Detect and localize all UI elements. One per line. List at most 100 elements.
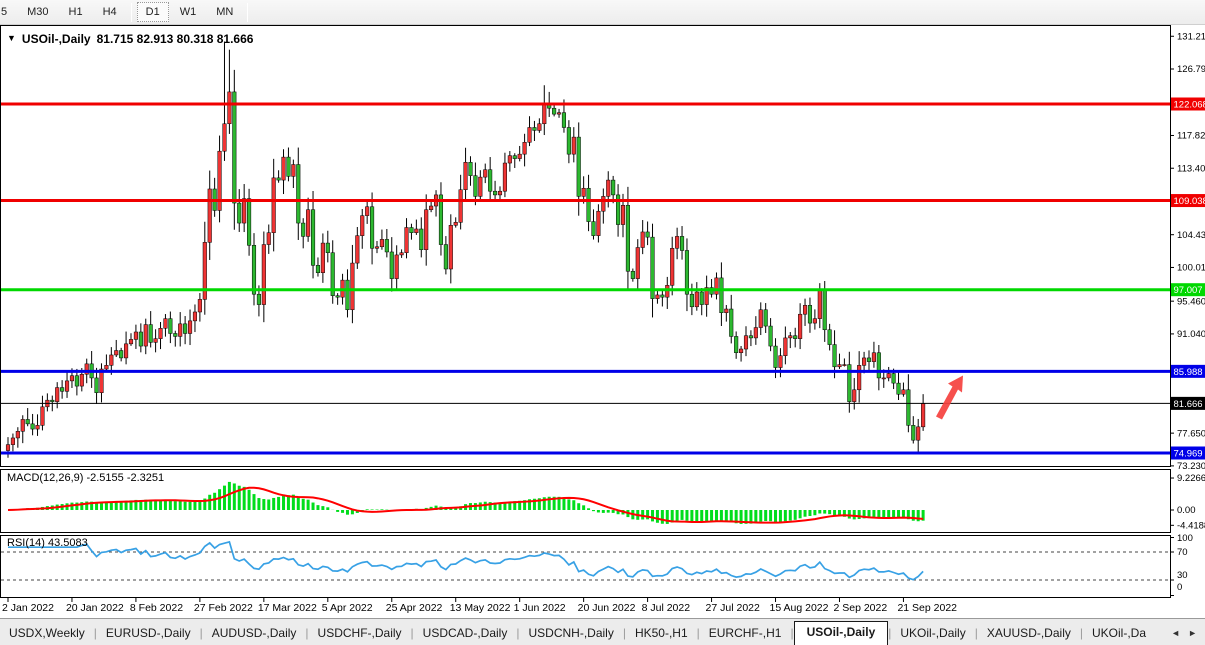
candle-body [587, 188, 591, 221]
candle-body [70, 376, 74, 381]
rsi-indicator-label: RSI(14) 43.5083 [7, 537, 88, 549]
candle-body [6, 445, 10, 451]
time-tick-label: 20 Jun 2022 [578, 602, 636, 614]
time-tick-label: 8 Jul 2022 [642, 602, 691, 614]
time-tick-label: 21 Sep 2022 [897, 602, 957, 614]
time-tick-label: 2 Jan 2022 [2, 602, 54, 614]
timeframe-button-M30[interactable]: M30 [18, 2, 57, 22]
price-line-badge-label: 85.988 [1174, 367, 1203, 378]
candle-body [611, 180, 615, 195]
candle-body [173, 333, 177, 336]
candle-body [542, 104, 546, 124]
candle-body [301, 223, 305, 236]
candle-body [154, 339, 158, 343]
candle-body [410, 228, 414, 233]
candle-body [523, 142, 527, 154]
candle-body [464, 162, 468, 189]
timeframe-button-5[interactable]: 5 [0, 2, 16, 22]
candle-body [139, 332, 143, 346]
candle-body [867, 358, 871, 362]
candle-body [739, 349, 743, 353]
macd-tick-label: 9.2266 [1177, 473, 1205, 484]
chart-canvas[interactable]: 131.210126.790117.820113.400104.430100.0… [0, 25, 1205, 618]
candle-body [538, 124, 542, 131]
candle-body [306, 210, 310, 237]
candle-body [838, 365, 842, 367]
candle-body [287, 157, 291, 176]
candle-body [395, 255, 399, 279]
candle-body [129, 339, 133, 343]
symbol-tab-xauusd-daily[interactable]: XAUUSD-,Daily [978, 623, 1080, 645]
candle-body [326, 243, 330, 253]
timeframe-toolbar: 5M30H1H4 D1W1MN [0, 0, 1205, 25]
candle-body [50, 400, 54, 401]
time-tick-label: 20 Jan 2022 [66, 602, 124, 614]
candle-body [479, 177, 483, 196]
candle-body [311, 210, 315, 266]
candle-body [36, 425, 40, 429]
candle-body [803, 305, 807, 314]
symbol-tab-usoil-daily[interactable]: USOil-,Daily [794, 621, 889, 645]
candle-body [921, 403, 925, 426]
candle-body [897, 383, 901, 394]
toolbar-separator [131, 3, 132, 22]
candle-body [533, 127, 537, 130]
candle-body [670, 248, 674, 285]
candle-body [60, 388, 64, 392]
symbol-tab-usdcad-daily[interactable]: USDCAD-,Daily [414, 623, 517, 645]
candle-body [159, 328, 163, 338]
timeframe-button-H1[interactable]: H1 [60, 2, 92, 22]
timeframe-button-H4[interactable]: H4 [94, 2, 126, 22]
tab-scroll-right-icon[interactable]: ► [1188, 628, 1197, 638]
price-tick-label: 131.210 [1177, 31, 1205, 42]
candle-body [833, 345, 837, 367]
candle-body [823, 290, 827, 330]
candle-body [636, 248, 640, 279]
time-tick-label: 25 Apr 2022 [386, 602, 443, 614]
rsi-tick-label: 30 [1177, 570, 1188, 581]
candle-body [277, 178, 281, 180]
price-pane [1, 26, 1171, 467]
candle-body [916, 427, 920, 440]
price-tick-label: 95.460 [1177, 296, 1205, 307]
symbol-tab-eurchf-h1[interactable]: EURCHF-,H1 [700, 623, 791, 645]
price-tick-label: 77.650 [1177, 428, 1205, 439]
symbol-tab-hk50-h1[interactable]: HK50-,H1 [626, 623, 697, 645]
symbol-tab-usdx-weekly[interactable]: USDX,Weekly [0, 623, 94, 645]
candle-body [351, 263, 355, 310]
candle-body [518, 154, 522, 158]
candle-body [621, 205, 625, 224]
ohlc-readout: 81.715 82.913 80.318 81.666 [97, 32, 254, 46]
candle-body [690, 294, 694, 307]
candle-body [134, 332, 138, 339]
candle-body [415, 229, 419, 233]
candle-body [513, 156, 517, 159]
candle-body [862, 358, 866, 365]
candle-body [449, 225, 453, 269]
timeframe-button-W1[interactable]: W1 [171, 2, 206, 22]
candle-body [223, 124, 227, 151]
candle-body [262, 245, 266, 305]
tab-scroll-left-icon[interactable]: ◄ [1171, 628, 1180, 638]
symbol-tab-audusd-daily[interactable]: AUDUSD-,Daily [203, 623, 306, 645]
candle-body [149, 325, 153, 343]
candle-body [252, 245, 256, 294]
candle-body [720, 278, 724, 313]
timeframe-button-D1[interactable]: D1 [137, 2, 169, 22]
symbol-tab-eurusd-daily[interactable]: EURUSD-,Daily [97, 623, 200, 645]
symbol-tab-usdchf-daily[interactable]: USDCHF-,Daily [309, 623, 411, 645]
candle-body [80, 374, 84, 386]
symbol-tab-ukoil-daily[interactable]: UKOil-,Daily [891, 623, 974, 645]
rsi-tick-label: 70 [1177, 547, 1188, 558]
candle-body [685, 250, 689, 294]
candle-body [336, 296, 340, 297]
candle-body [65, 381, 69, 391]
candle-body [606, 180, 610, 196]
candle-body [233, 92, 237, 203]
candle-body [656, 295, 660, 299]
symbol-tab-ukoil-da[interactable]: UKOil-,Da [1083, 623, 1155, 645]
price-tick-label: 100.010 [1177, 263, 1205, 274]
timeframe-button-MN[interactable]: MN [207, 2, 242, 22]
symbol-tab-usdcnh-daily[interactable]: USDCNH-,Daily [519, 623, 622, 645]
price-line-badge-label: 122.068 [1174, 100, 1205, 111]
